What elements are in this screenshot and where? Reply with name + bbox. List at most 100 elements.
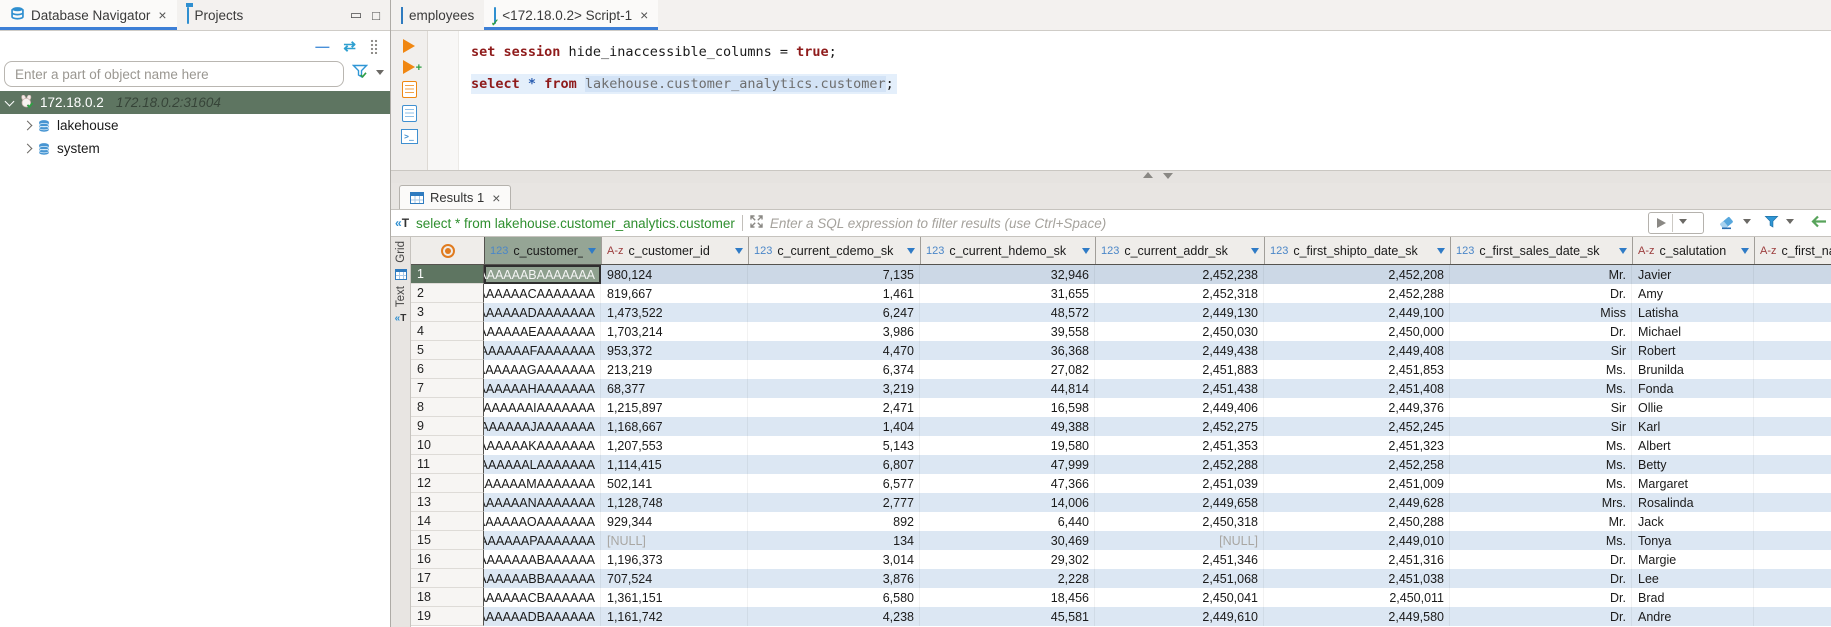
grid-cell[interactable]: 48,572 [920, 303, 1095, 322]
grid-cell[interactable]: 1,196,373 [601, 550, 748, 569]
grid-cell[interactable] [1754, 303, 1831, 322]
column-header-c_salutation[interactable]: A-zc_salutation [1633, 237, 1755, 264]
column-header-c_customer_sk[interactable]: 123c_customer_sk [485, 237, 602, 264]
grid-cell[interactable]: 2,451,408 [1264, 379, 1450, 398]
grid-cell[interactable]: 1,361,151 [601, 588, 748, 607]
grid-cell[interactable]: 1,161,742 [601, 607, 748, 626]
grid-cell[interactable]: AAAAAAAACAAAAAAA [484, 284, 601, 303]
grid-cell[interactable] [1754, 512, 1831, 531]
grid-cell[interactable]: Sir [1450, 417, 1632, 436]
column-header-c_first_shipto_date_sk[interactable]: 123c_first_shipto_date_sk [1265, 237, 1451, 264]
row-header[interactable]: 1 [411, 265, 484, 284]
sort-dropdown-icon[interactable] [1741, 248, 1749, 258]
grid-cell[interactable]: 2,450,011 [1264, 588, 1450, 607]
sort-dropdown-icon[interactable] [735, 248, 743, 258]
row-header[interactable]: 15 [411, 531, 484, 550]
row-header[interactable]: 11 [411, 455, 484, 474]
grid-cell[interactable]: Betty [1632, 455, 1754, 474]
grid-cell[interactable]: 2,451,346 [1095, 550, 1264, 569]
grid-cell[interactable]: Dr. [1450, 607, 1632, 626]
grid-cell[interactable]: 929,344 [601, 512, 748, 531]
object-filter-input[interactable] [4, 61, 344, 87]
grid-cell[interactable] [1754, 284, 1831, 303]
grid-presentation-tab[interactable]: Grid [395, 241, 407, 263]
grid-cell[interactable]: 32,946 [920, 265, 1095, 284]
grid-cell[interactable]: 18,456 [920, 588, 1095, 607]
grid-cell[interactable]: 3,014 [748, 550, 920, 569]
grid-cell[interactable]: Mr. [1450, 265, 1632, 284]
grid-cell[interactable]: 4,470 [748, 341, 920, 360]
grid-cell[interactable]: 1,207,553 [601, 436, 748, 455]
text-presentation-tab[interactable]: Text [395, 286, 407, 307]
grid-cell[interactable]: 1,703,214 [601, 322, 748, 341]
row-header[interactable]: 9 [411, 417, 484, 436]
apply-filter-icon[interactable] [1657, 218, 1666, 228]
grid-cell[interactable] [1754, 531, 1831, 550]
filter-dropdown-icon[interactable] [376, 70, 384, 79]
grid-cell[interactable]: Robert [1632, 341, 1754, 360]
grid-cell[interactable]: AAAAAAAAJAAAAAAA [484, 417, 601, 436]
grid-cell[interactable]: AAAAAAAABBAAAAAA [484, 569, 601, 588]
chevron-right-icon[interactable] [23, 121, 33, 131]
row-header[interactable]: 14 [411, 512, 484, 531]
grid-cell[interactable] [1754, 360, 1831, 379]
grid-cell[interactable]: Brunilda [1632, 360, 1754, 379]
grid-cell[interactable]: 2,451,068 [1095, 569, 1264, 588]
column-header-c_first_name[interactable]: A-zc_first_name [1755, 237, 1831, 264]
grid-cell[interactable]: Karl [1632, 417, 1754, 436]
grid-cell[interactable]: AAAAAAAAGAAAAAAA [484, 360, 601, 379]
fetch-back-icon[interactable] [1811, 215, 1827, 231]
chevron-down-icon[interactable] [5, 97, 15, 107]
grid-cell[interactable] [1754, 569, 1831, 588]
grid-cell[interactable]: 31,655 [920, 284, 1095, 303]
grid-cell[interactable]: 2,777 [748, 493, 920, 512]
grid-cell[interactable]: AAAAAAAAFAAAAAAA [484, 341, 601, 360]
grid-cell[interactable]: AAAAAAAAABAAAAAA [484, 550, 601, 569]
grid-cell[interactable]: 44,814 [920, 379, 1095, 398]
grid-cell[interactable]: 2,451,883 [1095, 360, 1264, 379]
grid-cell[interactable]: 2,450,288 [1264, 512, 1450, 531]
grid-cell[interactable]: 45,581 [920, 607, 1095, 626]
grid-cell[interactable]: 6,374 [748, 360, 920, 379]
row-header[interactable]: 10 [411, 436, 484, 455]
left-panel-tab-1[interactable]: Projects [177, 0, 254, 30]
grid-cell[interactable]: 39,558 [920, 322, 1095, 341]
grid-cell[interactable]: Margaret [1632, 474, 1754, 493]
grid-cell[interactable]: Ollie [1632, 398, 1754, 417]
grid-cell[interactable]: Ms. [1450, 455, 1632, 474]
grid-cell[interactable]: Dr. [1450, 322, 1632, 341]
grid-cell[interactable]: 14,006 [920, 493, 1095, 512]
row-header[interactable]: 3 [411, 303, 484, 322]
sql-code-area[interactable]: set session hide_inaccessible_columns = … [459, 31, 1831, 170]
grid-cell[interactable]: AAAAAAAAEAAAAAAA [484, 322, 601, 341]
grid-cell[interactable]: Ms. [1450, 531, 1632, 550]
collapse-all-icon[interactable]: — [315, 41, 329, 51]
grid-cell[interactable]: 2,452,208 [1264, 265, 1450, 284]
grid-cell[interactable]: 707,524 [601, 569, 748, 588]
grid-cell[interactable]: Rosalinda [1632, 493, 1754, 512]
grid-cell[interactable]: AAAAAAAADBAAAAAA [484, 607, 601, 626]
sort-dropdown-icon[interactable] [1437, 248, 1445, 258]
grid-cell[interactable]: 3,876 [748, 569, 920, 588]
left-panel-tab-0[interactable]: Database Navigator× [0, 0, 177, 30]
grid-cell[interactable]: Sir [1450, 398, 1632, 417]
grid-cell[interactable]: 2,449,100 [1264, 303, 1450, 322]
grid-cell[interactable]: 2,451,038 [1264, 569, 1450, 588]
grid-cell[interactable]: Dr. [1450, 550, 1632, 569]
grid-cell[interactable]: 2,451,039 [1095, 474, 1264, 493]
grid-cell[interactable]: Javier [1632, 265, 1754, 284]
grid-cell[interactable]: 6,577 [748, 474, 920, 493]
execute-script-icon[interactable] [402, 81, 417, 98]
grid-presentation-icon[interactable] [395, 269, 407, 280]
column-header-c_first_sales_date_sk[interactable]: 123c_first_sales_date_sk [1451, 237, 1633, 264]
grid-cell[interactable]: Lee [1632, 569, 1754, 588]
grid-cell[interactable]: 819,667 [601, 284, 748, 303]
row-header[interactable]: 7 [411, 379, 484, 398]
grid-cell[interactable]: AAAAAAAADAAAAAAA [484, 303, 601, 322]
sort-dropdown-icon[interactable] [907, 248, 915, 258]
grid-cell[interactable]: 2,451,316 [1264, 550, 1450, 569]
grid-cell[interactable] [1754, 322, 1831, 341]
grid-cell[interactable]: 2,450,041 [1095, 588, 1264, 607]
grid-cell[interactable]: 2,449,580 [1264, 607, 1450, 626]
grid-cell[interactable]: 2,449,438 [1095, 341, 1264, 360]
